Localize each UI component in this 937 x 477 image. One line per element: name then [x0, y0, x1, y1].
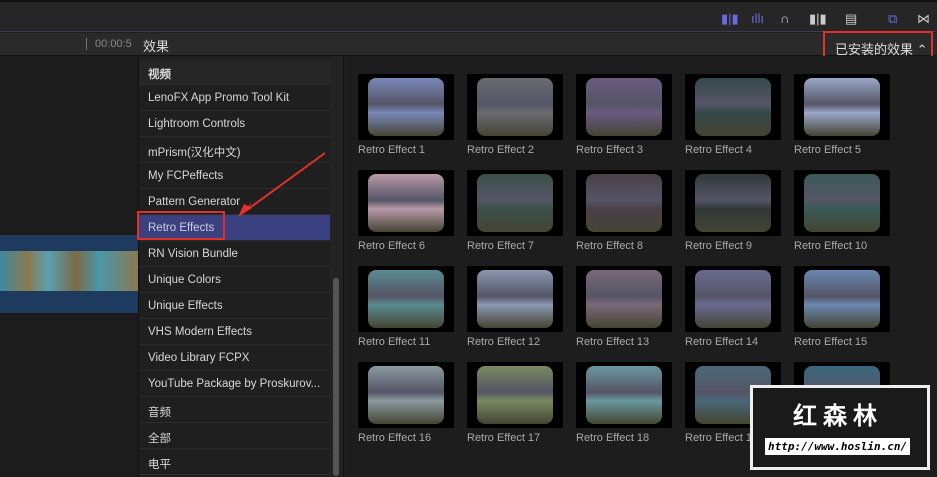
- effect-label: Retro Effect 16: [358, 432, 432, 444]
- sidebar-item[interactable]: Lightroom Controls: [139, 111, 331, 137]
- timecode: 00:00:5: [86, 38, 132, 50]
- effect-label: Retro Effect 9: [685, 240, 753, 252]
- sidebar-item[interactable]: VHS Modern Effects: [139, 319, 331, 345]
- sidebar-item[interactable]: Video Library FCPX: [139, 345, 331, 371]
- effect-thumbnail: [358, 170, 454, 236]
- effect-tile[interactable]: Retro Effect 14: [685, 266, 785, 348]
- effect-thumbnail: [467, 266, 563, 332]
- timeline-clip[interactable]: [0, 235, 138, 313]
- highlight-box: [137, 211, 225, 240]
- effect-tile[interactable]: Retro Effect 5: [794, 74, 894, 156]
- scrollbar-thumb[interactable]: [333, 278, 339, 476]
- effect-label: Retro Effect 17: [467, 432, 541, 444]
- sidebar-item[interactable]: 音频: [139, 397, 331, 423]
- effect-thumbnail: [467, 170, 563, 236]
- effect-label: Retro Effect 13: [576, 336, 650, 348]
- effect-thumbnail: [576, 74, 672, 140]
- effect-tile[interactable]: Retro Effect 17: [467, 362, 567, 444]
- sidebar-item[interactable]: Unique Effects: [139, 293, 331, 319]
- effect-thumbnail: [467, 74, 563, 140]
- effect-thumbnail: [467, 362, 563, 428]
- effect-tile[interactable]: Retro Effect 15: [794, 266, 894, 348]
- effect-label: Retro Effect 2: [467, 144, 535, 156]
- effects-category-list: 视频 LenoFX App Promo Tool Kit Lightroom Con…: [138, 56, 331, 477]
- effect-thumbnail: [794, 266, 890, 332]
- sidebar-item[interactable]: LenoFX App Promo Tool Kit: [139, 85, 331, 111]
- effect-tile[interactable]: Retro Effect 10: [794, 170, 894, 252]
- effect-tile[interactable]: Retro Effect 7: [467, 170, 567, 252]
- effect-tile[interactable]: Retro Effect 4: [685, 74, 785, 156]
- effect-tile[interactable]: Retro Effect 12: [467, 266, 567, 348]
- effect-thumbnail: [576, 170, 672, 236]
- headphones-icon[interactable]: ∩: [780, 11, 789, 26]
- effect-thumbnail: [794, 74, 890, 140]
- effect-label: Retro Effect 6: [358, 240, 426, 252]
- sidebar-item[interactable]: 电平: [139, 449, 331, 475]
- effect-thumbnail: [358, 266, 454, 332]
- effect-thumbnail: [358, 74, 454, 140]
- effect-thumbnail: [794, 170, 890, 236]
- browser-toggle-icon[interactable]: ⧉: [888, 11, 897, 27]
- effect-tile[interactable]: Retro Effect 8: [576, 170, 676, 252]
- effect-thumbnail: [685, 74, 781, 140]
- effect-label: Retro Effect 10: [794, 240, 868, 252]
- effect-label: Retro Effect 1: [358, 144, 426, 156]
- skimming-icon[interactable]: ▮|▮: [809, 11, 827, 27]
- effect-label: Retro Effect 4: [685, 144, 753, 156]
- effect-label: Retro Effect 12: [467, 336, 541, 348]
- top-toolbar: ▮|▮ ıllı ∩ ▮|▮ ▤ ⧉ ⋈: [0, 0, 937, 32]
- effect-label: Retro Effect 5: [794, 144, 862, 156]
- sidebar-item[interactable]: 全部: [139, 423, 331, 449]
- effect-tile[interactable]: Retro Effect 18: [576, 362, 676, 444]
- audio-video-split-icon[interactable]: ▮|▮: [721, 11, 739, 27]
- effect-thumbnail: [576, 266, 672, 332]
- effect-label: Retro Effect 14: [685, 336, 759, 348]
- effect-thumbnail: [685, 170, 781, 236]
- sidebar-item[interactable]: 视频: [139, 59, 331, 85]
- effect-label: Retro Effect 3: [576, 144, 644, 156]
- effect-tile[interactable]: Retro Effect 6: [358, 170, 458, 252]
- effect-tile[interactable]: Retro Effect 3: [576, 74, 676, 156]
- effect-thumbnail: [576, 362, 672, 428]
- effects-title: 效果: [143, 39, 170, 54]
- effect-tile[interactable]: Retro Effect 16: [358, 362, 458, 444]
- transitions-icon[interactable]: ⋈: [917, 11, 930, 27]
- effect-tile[interactable]: Retro Effect 13: [576, 266, 676, 348]
- effect-label: Retro Effect 7: [467, 240, 535, 252]
- effect-tile[interactable]: Retro Effect 11: [358, 266, 458, 348]
- effect-label: Retro Effect 11: [358, 336, 431, 348]
- effect-tile[interactable]: Retro Effect 2: [467, 74, 567, 156]
- effect-tile[interactable]: Retro Effect 1: [358, 74, 458, 156]
- effects-header: [0, 33, 937, 56]
- effect-thumbnail: [685, 266, 781, 332]
- annotation-arrow: [238, 152, 326, 217]
- effect-label: Retro Effect 15: [794, 336, 868, 348]
- effect-tile[interactable]: Retro Effect 9: [685, 170, 785, 252]
- sidebar-item[interactable]: RN Vision Bundle: [139, 241, 331, 267]
- watermark: 红森林 http://www.hoslin.cn/: [750, 385, 930, 470]
- sidebar-item[interactable]: YouTube Package by Proskurov...: [139, 371, 331, 397]
- watermark-url: http://www.hoslin.cn/: [765, 438, 911, 455]
- effect-label: Retro Effect 8: [576, 240, 644, 252]
- waveform-icon[interactable]: ıllı: [751, 11, 764, 26]
- sidebar-item[interactable]: Unique Colors: [139, 267, 331, 293]
- effect-thumbnail: [358, 362, 454, 428]
- watermark-title: 红森林: [793, 403, 883, 430]
- effect-label: Retro Effect 18: [576, 432, 650, 444]
- filmstrip-icon[interactable]: ▤: [845, 11, 857, 27]
- sidebar-scrollbar[interactable]: [330, 56, 344, 477]
